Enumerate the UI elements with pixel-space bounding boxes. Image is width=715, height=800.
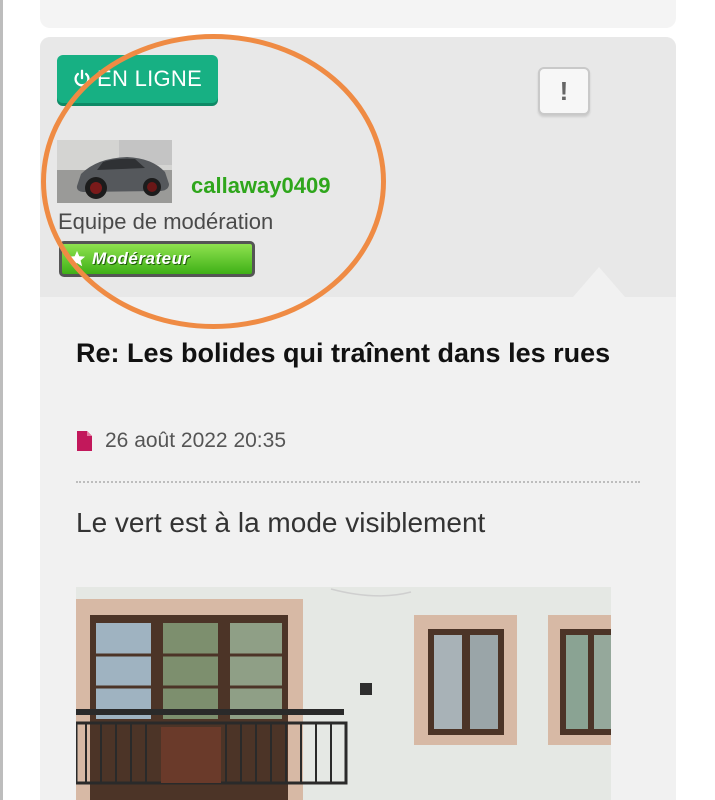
online-status-label: EN LIGNE bbox=[97, 66, 203, 91]
post-card: EN LIGNE ! callaway0409 Equipe de modéra… bbox=[40, 37, 676, 800]
post-meta: 26 août 2022 20:35 bbox=[76, 429, 286, 453]
online-status-badge: EN LIGNE bbox=[57, 55, 218, 103]
report-button[interactable]: ! bbox=[538, 67, 590, 115]
star-icon bbox=[68, 250, 86, 267]
building-facade-image bbox=[76, 587, 611, 800]
left-border bbox=[0, 0, 3, 800]
post-image[interactable] bbox=[76, 587, 611, 800]
user-rank: Equipe de modération bbox=[58, 209, 274, 234]
document-icon bbox=[77, 431, 92, 451]
post-body-text: Le vert est à la mode visiblement bbox=[76, 507, 486, 538]
power-icon bbox=[74, 69, 90, 87]
previous-post-card bbox=[40, 0, 676, 28]
car-avatar-image bbox=[57, 140, 172, 203]
post-date: 26 août 2022 20:35 bbox=[105, 429, 287, 452]
moderator-badge: Modérateur bbox=[59, 241, 255, 277]
report-icon: ! bbox=[559, 75, 569, 106]
moderator-badge-label: Modérateur bbox=[92, 249, 190, 268]
forum-post-page: EN LIGNE ! callaway0409 Equipe de modéra… bbox=[0, 0, 715, 800]
header-notch bbox=[573, 267, 625, 297]
username-link[interactable]: callaway0409 bbox=[191, 173, 330, 199]
post-divider bbox=[76, 481, 640, 483]
post-title[interactable]: Re: Les bolides qui traînent dans les ru… bbox=[76, 333, 616, 374]
avatar[interactable] bbox=[57, 140, 172, 203]
